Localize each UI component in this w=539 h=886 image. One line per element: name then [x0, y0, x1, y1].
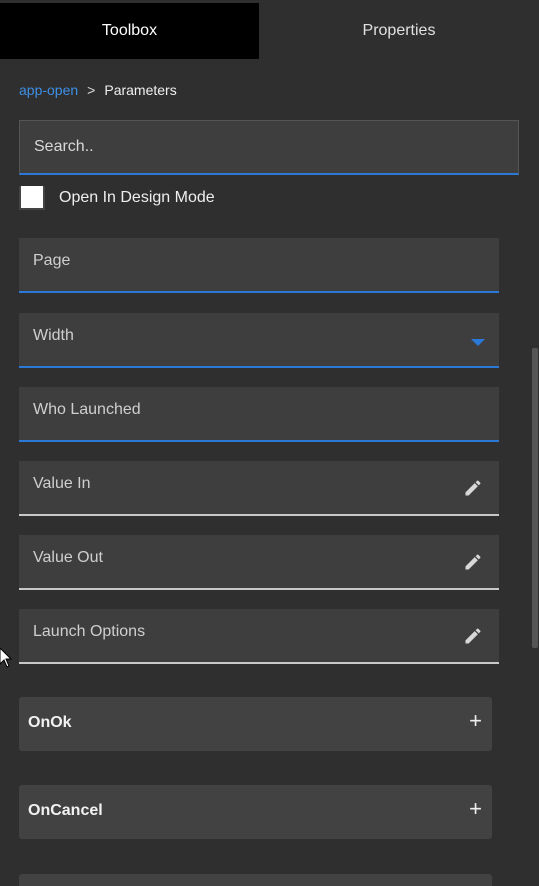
value-out-field-label: Value Out	[33, 549, 103, 566]
width-dropdown[interactable]: Width	[19, 313, 499, 368]
pencil-icon[interactable]	[463, 478, 483, 498]
search-box	[19, 120, 519, 175]
pencil-icon[interactable]	[463, 552, 483, 572]
oncancel-event[interactable]: OnCancel +	[19, 785, 492, 839]
breadcrumb-separator: >	[87, 82, 96, 98]
onok-event[interactable]: OnOk +	[19, 697, 492, 751]
open-in-design-mode-row[interactable]: Open In Design Mode	[19, 186, 215, 210]
pencil-icon[interactable]	[463, 626, 483, 646]
tab-bar: Toolbox Properties	[0, 0, 539, 60]
open-in-design-mode-label: Open In Design Mode	[59, 189, 215, 206]
tab-toolbox[interactable]: Toolbox	[0, 3, 259, 59]
scroll-clip-edge	[0, 176, 539, 184]
search-input[interactable]	[20, 121, 518, 173]
launch-options-field-label: Launch Options	[33, 623, 146, 640]
open-in-design-mode-checkbox[interactable]	[19, 186, 45, 210]
tab-properties[interactable]: Properties	[259, 3, 539, 59]
value-in-field-label: Value In	[33, 475, 91, 492]
properties-panel: Toolbox Properties app-open > Parameters…	[0, 0, 539, 886]
mouse-cursor-icon	[0, 648, 12, 668]
breadcrumb-parent-link[interactable]: app-open	[19, 82, 78, 98]
parameters-scroll-region[interactable]: Open In Design Mode Page Width Who Launc…	[0, 176, 539, 886]
width-field-label: Width	[33, 327, 74, 344]
breadcrumb: app-open > Parameters	[19, 82, 177, 98]
plus-icon[interactable]: +	[469, 710, 482, 732]
page-field[interactable]: Page	[19, 238, 499, 293]
breadcrumb-current: Parameters	[104, 82, 177, 98]
value-out-field[interactable]: Value Out	[19, 535, 499, 590]
next-event-partial[interactable]	[19, 874, 492, 886]
plus-icon[interactable]: +	[469, 798, 482, 820]
value-in-field[interactable]: Value In	[19, 461, 499, 516]
who-launched-field-label: Who Launched	[33, 401, 141, 418]
onok-event-label: OnOk	[28, 714, 72, 731]
scrollbar-thumb[interactable]	[532, 348, 538, 648]
who-launched-field[interactable]: Who Launched	[19, 387, 499, 442]
launch-options-field[interactable]: Launch Options	[19, 609, 499, 664]
chevron-down-icon[interactable]	[471, 339, 485, 346]
page-field-label: Page	[33, 252, 71, 269]
oncancel-event-label: OnCancel	[28, 802, 103, 819]
